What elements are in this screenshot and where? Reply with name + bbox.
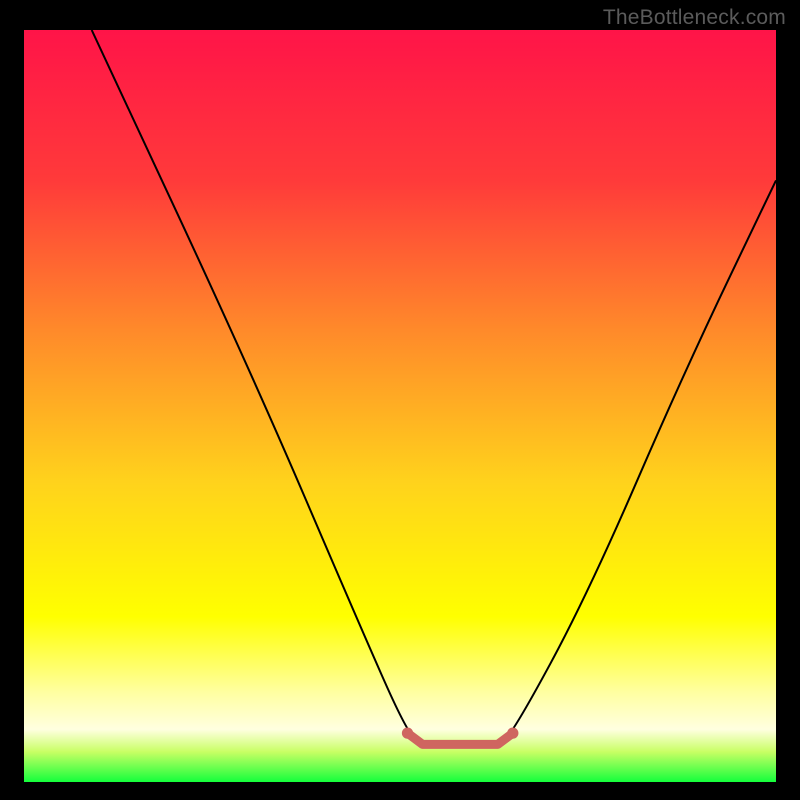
chart-plot: [24, 30, 776, 782]
chart-frame: TheBottleneck.com: [0, 0, 800, 800]
flat-band-start-dot: [402, 727, 413, 738]
gradient-background: [24, 30, 776, 782]
watermark-text: TheBottleneck.com: [603, 6, 786, 30]
flat-band-end-dot: [507, 727, 518, 738]
